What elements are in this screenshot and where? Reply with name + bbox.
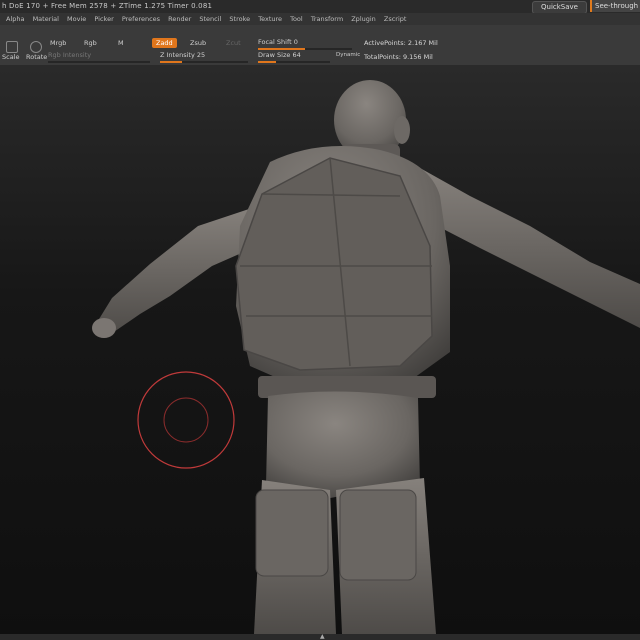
model-right-arm	[418, 168, 640, 328]
menu-render[interactable]: Render	[168, 13, 191, 25]
scale-label: Scale	[2, 53, 20, 61]
rgb-intensity-label: Rgb Intensity	[48, 51, 92, 59]
scale-icon[interactable]	[6, 41, 18, 53]
sculpt-model	[92, 80, 640, 634]
menu-texture[interactable]: Texture	[258, 13, 282, 25]
draw-size-value: 64	[292, 51, 301, 59]
menu-transform[interactable]: Transform	[311, 13, 343, 25]
menu-alpha[interactable]: Alpha	[6, 13, 24, 25]
model-ear	[394, 116, 410, 144]
menu-zplugin[interactable]: Zplugin	[351, 13, 376, 25]
menu-preferences[interactable]: Preferences	[122, 13, 160, 25]
z-intensity-label: Z Intensity	[160, 51, 195, 59]
rgb-button[interactable]: Rgb	[80, 38, 101, 48]
menu-stencil[interactable]: Stencil	[199, 13, 221, 25]
z-intensity-slider[interactable]: Z Intensity 25	[160, 50, 248, 63]
rgb-intensity-track	[48, 61, 150, 63]
memory-stats: h DoE 170 + Free Mem 2578 + ZTime 1.275 …	[2, 2, 213, 10]
menu-material[interactable]: Material	[33, 13, 59, 25]
model-left-thigh-pad	[255, 489, 329, 577]
z-intensity-value: 25	[196, 51, 206, 59]
menu-zscript[interactable]: Zscript	[384, 13, 407, 25]
see-through-slider[interactable]: See-through	[590, 0, 640, 12]
draw-size-label: Draw Size	[258, 51, 291, 59]
zcut-button[interactable]: Zcut	[222, 38, 245, 48]
rotate-icon[interactable]	[30, 41, 42, 53]
total-points: TotalPoints: 9.156 Mil	[364, 53, 433, 61]
menu-tool[interactable]: Tool	[290, 13, 303, 25]
m-button[interactable]: M	[114, 38, 128, 48]
focal-shift-value: 0	[293, 38, 298, 46]
quicksave-button[interactable]: QuickSave	[532, 1, 587, 13]
focal-shift-label: Focal Shift	[258, 38, 292, 46]
draw-size-slider[interactable]: Draw Size 64	[258, 50, 330, 63]
active-points: ActivePoints: 2.167 Mil	[364, 39, 438, 47]
bottom-tray: ▲	[0, 634, 640, 640]
main-menu: Alpha Material Movie Picker Preferences …	[0, 13, 640, 25]
menu-picker[interactable]: Picker	[94, 13, 113, 25]
zadd-button[interactable]: Zadd	[152, 38, 177, 48]
menu-stroke[interactable]: Stroke	[229, 13, 250, 25]
dynamic-button[interactable]: Dynamic	[332, 50, 364, 60]
zsub-button[interactable]: Zsub	[186, 38, 210, 48]
nav-handle-icon[interactable]: ▲	[320, 634, 334, 640]
draw-size-fill	[258, 61, 276, 63]
focal-shift-slider[interactable]: Focal Shift 0	[258, 37, 352, 50]
z-intensity-fill	[160, 61, 182, 63]
model-right-thigh-pad	[339, 489, 417, 581]
mrgb-button[interactable]: Mrgb	[46, 38, 70, 48]
top-shelf: Scale Rotate Mrgb Rgb M Rgb Intensity Za…	[0, 25, 640, 66]
model-left-hand	[92, 318, 116, 338]
rotate-label: Rotate	[26, 53, 48, 61]
canvas-viewport[interactable]	[0, 66, 640, 634]
menu-movie[interactable]: Movie	[67, 13, 86, 25]
rgb-intensity-slider[interactable]: Rgb Intensity	[48, 50, 150, 63]
status-bar: h DoE 170 + Free Mem 2578 + ZTime 1.275 …	[0, 0, 640, 13]
brush-cursor-icon	[137, 371, 235, 469]
